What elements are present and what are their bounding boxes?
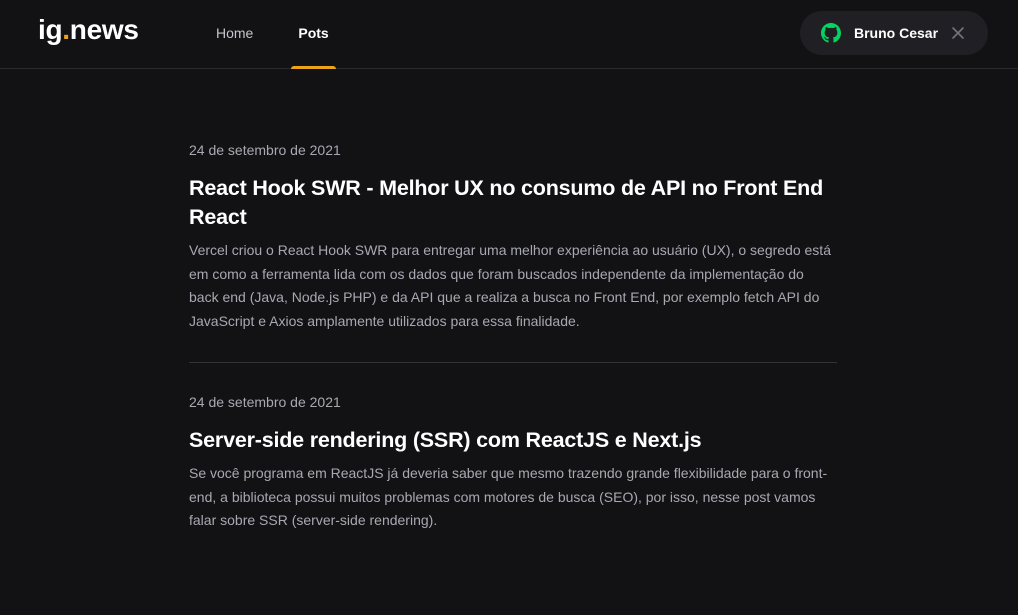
- post-title[interactable]: Server-side rendering (SSR) com ReactJS …: [189, 426, 837, 455]
- posts-list: 24 de setembro de 2021 React Hook SWR - …: [189, 140, 837, 533]
- main-nav: Home Pots: [216, 0, 337, 69]
- close-icon[interactable]: [951, 26, 965, 40]
- logo[interactable]: ig.news: [38, 14, 139, 46]
- user-name: Bruno Cesar: [854, 25, 939, 41]
- post-date: 24 de setembro de 2021: [189, 394, 341, 410]
- nav-link-posts[interactable]: Pots: [291, 0, 337, 69]
- post-date: 24 de setembro de 2021: [189, 142, 341, 158]
- logo-suffix: news: [69, 14, 139, 45]
- post-title[interactable]: React Hook SWR - Melhor UX no consumo de…: [189, 174, 837, 232]
- logo-main: ig: [38, 14, 63, 45]
- post-excerpt: Vercel criou o React Hook SWR para entre…: [189, 242, 831, 329]
- post-item[interactable]: 24 de setembro de 2021 React Hook SWR - …: [189, 140, 837, 333]
- post-excerpt: Se você programa em ReactJS já deveria s…: [189, 465, 828, 528]
- app-header: ig.news Home Pots Bruno Cesar: [0, 0, 1018, 69]
- github-icon: [821, 23, 841, 43]
- logo-dot: .: [62, 14, 70, 45]
- sign-in-button[interactable]: Bruno Cesar: [800, 11, 988, 55]
- post-divider: [189, 362, 837, 363]
- post-item[interactable]: 24 de setembro de 2021 Server-side rende…: [189, 392, 837, 533]
- nav-link-home[interactable]: Home: [216, 0, 253, 69]
